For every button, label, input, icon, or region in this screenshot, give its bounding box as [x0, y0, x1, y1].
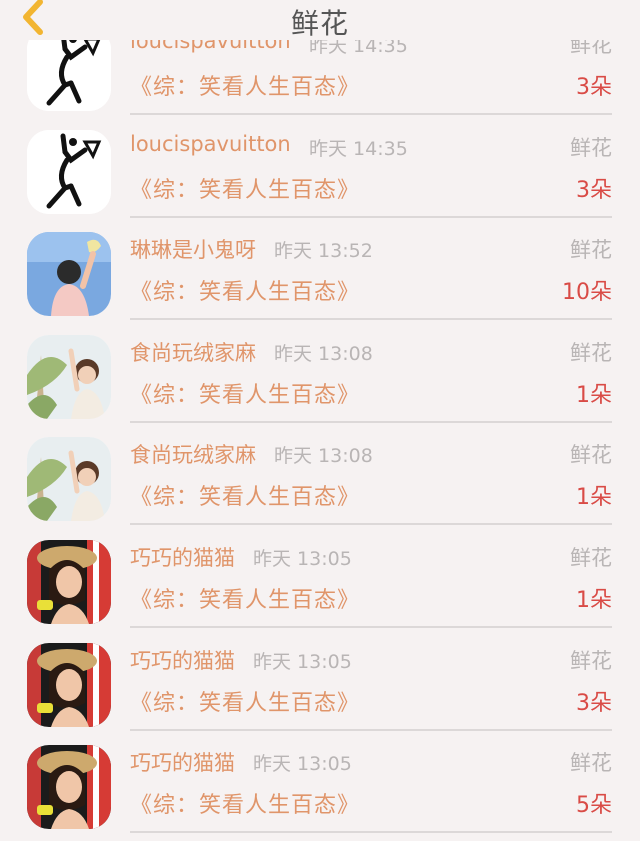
- flower-count: 10朵: [562, 280, 612, 306]
- avatar[interactable]: [27, 129, 111, 214]
- user-name[interactable]: 琳琳是小鬼呀: [130, 234, 256, 264]
- gift-type: 鲜花: [570, 340, 612, 365]
- gift-type: 鲜花: [570, 238, 612, 263]
- list-item[interactable]: 食尚玩绒家麻 昨天 13:08 鲜花《综：笑看人生百态》 1朵: [0, 427, 640, 529]
- user-name[interactable]: 食尚玩绒家麻: [130, 439, 256, 469]
- gift-type: 鲜花: [570, 135, 612, 160]
- avatar[interactable]: [27, 334, 111, 419]
- user-name[interactable]: 巧巧的猫猫: [130, 542, 235, 572]
- divider: [130, 318, 612, 321]
- book-title[interactable]: 《综：笑看人生百态》: [130, 787, 360, 819]
- divider: [130, 831, 612, 834]
- header-bar: 鲜花: [0, 0, 640, 40]
- divider: [130, 626, 612, 628]
- book-title[interactable]: 《综：笑看人生百态》: [130, 69, 360, 101]
- timestamp: 昨天 14:35: [309, 137, 408, 160]
- timestamp: 昨天 13:05: [253, 753, 352, 776]
- avatar[interactable]: [27, 745, 111, 830]
- timestamp: 昨天 13:08: [274, 445, 373, 468]
- avatar[interactable]: [27, 437, 111, 522]
- book-title[interactable]: 《综：笑看人生百态》: [130, 172, 360, 204]
- flower-count: 3朵: [576, 177, 612, 203]
- timestamp: 昨天 13:52: [274, 240, 373, 263]
- gift-type: 鲜花: [570, 546, 612, 570]
- book-title[interactable]: 《综：笑看人生百态》: [130, 479, 360, 511]
- divider: [130, 523, 612, 526]
- user-name[interactable]: loucispavuitton: [130, 132, 291, 156]
- user-name[interactable]: 食尚玩绒家麻: [130, 337, 256, 367]
- gift-type: 鲜花: [570, 443, 612, 468]
- list-item[interactable]: 琳琳是小鬼呀 昨天 13:52 鲜花《综：笑看人生百态》 10朵: [0, 222, 640, 324]
- divider: [130, 113, 612, 115]
- flower-count: 1朵: [576, 485, 612, 511]
- book-title[interactable]: 《综：笑看人生百态》: [130, 377, 360, 409]
- book-title[interactable]: 《综：笑看人生百态》: [130, 582, 360, 614]
- book-title[interactable]: 《综：笑看人生百态》: [130, 274, 360, 306]
- divider: [130, 728, 612, 731]
- gift-type: 鲜花: [570, 751, 612, 776]
- flower-count: 5朵: [576, 793, 612, 819]
- flower-count: 1朵: [576, 588, 612, 613]
- flower-count: 1朵: [576, 382, 612, 408]
- book-title[interactable]: 《综：笑看人生百态》: [130, 685, 360, 717]
- timestamp: 昨天 13:05: [253, 548, 352, 570]
- timestamp: 昨天 13:08: [274, 342, 373, 365]
- avatar[interactable]: [27, 232, 111, 317]
- page-title: 鲜花: [290, 7, 349, 40]
- list-item[interactable]: 巧巧的猫猫 昨天 13:05 鲜花《综：笑看人生百态》 5朵: [0, 735, 640, 837]
- divider: [130, 420, 612, 423]
- list-item[interactable]: 巧巧的猫猫 昨天 13:05 鲜花《综：笑看人生百态》 1朵: [0, 530, 640, 632]
- timestamp: 昨天 13:05: [253, 650, 352, 673]
- list-item[interactable]: 食尚玩绒家麻 昨天 13:08 鲜花《综：笑看人生百态》 1朵: [0, 325, 640, 427]
- avatar[interactable]: [27, 642, 111, 727]
- flower-count: 3朵: [576, 690, 612, 716]
- flower-count: 3朵: [576, 75, 612, 100]
- avatar[interactable]: [27, 540, 111, 624]
- list-item[interactable]: 巧巧的猫猫 昨天 13:05 鲜花《综：笑看人生百态》 3朵: [0, 633, 640, 735]
- user-name[interactable]: 巧巧的猫猫: [130, 747, 235, 777]
- gift-type: 鲜花: [570, 648, 612, 673]
- list-item[interactable]: loucispavuitton 昨天 14:35 鲜花《综：笑看人生百态》 3朵: [0, 120, 640, 222]
- divider: [130, 215, 612, 218]
- user-name[interactable]: 巧巧的猫猫: [130, 645, 235, 675]
